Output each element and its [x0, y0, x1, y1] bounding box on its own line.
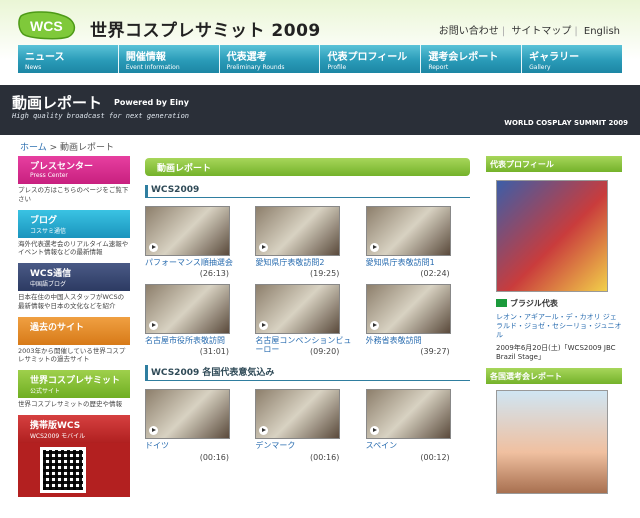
blog-button[interactable]: ブログ コスサミ通信	[18, 209, 130, 238]
mobile-button[interactable]: 携帯版WCS WCS2009 モバイル	[18, 414, 130, 443]
video-thumbnail[interactable]	[255, 284, 341, 334]
play-icon	[149, 426, 158, 435]
header: WCS 世界コスプレサミット 2009 お問い合わせ | サイトマップ | Engl…	[0, 0, 640, 44]
video-item[interactable]: 名古屋コンベンションビューロー (09:20)	[255, 284, 355, 356]
breadcrumb-home[interactable]: ホーム	[20, 143, 47, 153]
report-photo[interactable]	[496, 390, 608, 495]
nav-report[interactable]: 選考会レポート Report	[421, 45, 523, 73]
nav-event-info[interactable]: 開催情報 Event Information	[118, 45, 220, 73]
video-thumbnail[interactable]	[365, 389, 451, 439]
banner-right-text: WORLD COSPLAY SUMMIT 2009	[504, 119, 628, 127]
banner-powered: Powered by Einy	[114, 98, 189, 107]
video-item[interactable]: 愛知県庁表敬訪問2 (19:25)	[255, 206, 355, 278]
breadcrumb: ホーム > 動画レポート	[20, 143, 115, 153]
play-icon	[369, 321, 379, 330]
main-nav: ニュース News 開催情報 Event Information 代表選考 Preli…	[18, 45, 622, 73]
wcs-tsushin-button[interactable]: WCS通信 中国語ブログ	[18, 263, 130, 292]
play-icon	[149, 321, 158, 330]
group-representatives-title: WCS2009 各国代表意気込み	[145, 365, 470, 381]
play-icon	[369, 426, 379, 435]
official-site-box: 世界コスプレサミット 公式サイト 世界コスプレサミットの歴史や情報	[18, 370, 130, 409]
utility-links: お問い合わせ | サイトマップ | English	[438, 26, 620, 37]
video-item[interactable]: 名古屋市役所表敬訪問 (31:01)	[145, 284, 245, 356]
profile-names-link[interactable]: レオン・アギアール・デ・カオリ ジェラルド・ジョゼ・セシーリョ・ジュニオル	[496, 313, 622, 340]
site-title: 世界コスプレサミット 2009	[90, 21, 321, 41]
press-center-box: プレスセンター Press Center プレスの方はこちらのページをご覧下さい	[18, 156, 130, 204]
blog-box: ブログ コスサミ通信 海外代表選考会のリアルタイム速報やイベント情報などの最新情報	[18, 209, 130, 258]
past-site-box: 過去のサイト 2003年から開催している世界コスプレサミットの過去サイト	[18, 316, 130, 365]
video-item[interactable]: パフォーマンス順抽選会 (26:13)	[145, 206, 245, 278]
play-icon	[369, 243, 379, 252]
video-grid-1: パフォーマンス順抽選会 (26:13) 愛知県庁表敬訪問2 (19:25) 愛知県庁…	[145, 206, 470, 356]
video-grid-2: ドイツ (00:16) デンマーク (00:16) スペイン (00:12)	[145, 389, 470, 462]
video-item[interactable]: スペイン (00:12)	[365, 389, 466, 462]
nav-profile[interactable]: 代表プロフィール Profile	[320, 45, 422, 73]
english-link[interactable]: English	[584, 26, 620, 37]
video-thumbnail[interactable]	[145, 206, 230, 256]
nav-news[interactable]: ニュース News	[18, 45, 119, 73]
official-site-button[interactable]: 世界コスプレサミット 公式サイト	[18, 370, 130, 399]
report-title: 各国選考会レポート	[486, 368, 622, 385]
brazil-flag-icon	[496, 299, 507, 307]
breadcrumb-current: 動画レポート	[60, 143, 115, 153]
profile-note: 2009年6月20日(土)「WCS2009 JBC Brazil Stage」	[496, 344, 616, 362]
video-thumbnail[interactable]	[145, 284, 230, 334]
play-icon	[259, 243, 269, 252]
video-thumbnail[interactable]	[145, 389, 230, 439]
page-banner: 動画レポート Powered by Einy High quality broa…	[0, 85, 640, 135]
video-thumbnail[interactable]	[255, 389, 341, 439]
nav-gallery[interactable]: ギャラリー Gallery	[522, 45, 622, 73]
video-thumbnail[interactable]	[255, 206, 341, 256]
video-item[interactable]: デンマーク (00:16)	[255, 389, 355, 462]
banner-title: 動画レポート	[12, 94, 103, 112]
qr-code-icon	[40, 446, 86, 493]
play-icon	[149, 243, 158, 252]
wcs-tsushin-box: WCS通信 中国語ブログ 日本在住の中国人スタッフがWCSの最新情報や日本の文化な…	[18, 263, 130, 311]
video-thumbnail[interactable]	[365, 284, 451, 334]
left-sidebar: プレスセンター Press Center プレスの方はこちらのページをご覧下さい …	[18, 156, 130, 497]
contact-link[interactable]: お問い合わせ	[439, 26, 499, 37]
play-icon	[259, 426, 269, 435]
play-icon	[259, 321, 269, 330]
press-center-button[interactable]: プレスセンター Press Center	[18, 156, 130, 184]
logo-text: WCS	[30, 18, 63, 34]
past-site-button[interactable]: 過去のサイト	[18, 316, 130, 345]
main-content: 動画レポート WCS2009 パフォーマンス順抽選会 (26:13) 愛知県庁表敬…	[145, 158, 470, 462]
video-thumbnail[interactable]	[365, 206, 451, 256]
group-wcs2009-title: WCS2009	[145, 185, 470, 198]
profile-title: 代表プロフィール	[486, 156, 622, 172]
sitemap-link[interactable]: サイトマップ	[511, 26, 571, 37]
profile-country: ブラジル代表	[496, 298, 622, 309]
wcs-logo[interactable]: WCS	[18, 10, 80, 40]
profile-photo[interactable]	[496, 180, 608, 292]
right-sidebar: 代表プロフィール ブラジル代表 レオン・アギアール・デ・カオリ ジェラルド・ジョ…	[486, 156, 622, 495]
video-item[interactable]: 愛知県庁表敬訪問1 (02:24)	[365, 206, 466, 278]
mobile-box[interactable]: 携帯版WCS WCS2009 モバイル	[18, 414, 130, 497]
section-title: 動画レポート	[145, 158, 470, 176]
video-item[interactable]: ドイツ (00:16)	[145, 389, 245, 462]
video-item[interactable]: 外務省表敬訪問 (39:27)	[365, 284, 466, 356]
page: WCS 世界コスプレサミット 2009 お問い合わせ | サイトマップ | Engl…	[0, 0, 640, 518]
nav-preliminary[interactable]: 代表選考 Preliminary Rounds	[219, 45, 321, 73]
banner-subtitle: High quality broadcast for next generati…	[12, 112, 190, 120]
